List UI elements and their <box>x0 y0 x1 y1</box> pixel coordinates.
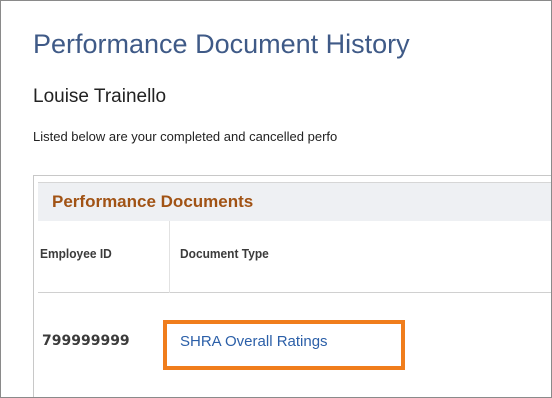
table-row: 799999999 SHRA Overall Ratings <box>38 293 551 397</box>
grid-header: Performance Documents <box>38 182 551 222</box>
employee-id-cell: 799999999 <box>42 333 130 349</box>
grid-title: Performance Documents <box>52 192 254 211</box>
document-type-link[interactable]: SHRA Overall Ratings <box>180 333 328 350</box>
column-header-document-type[interactable]: Document Type <box>180 246 269 261</box>
performance-documents-grid: Performance Documents Employee ID Docume… <box>33 175 551 397</box>
employee-name: Louise Trainello <box>33 86 167 107</box>
page-container: Performance Document History Louise Trai… <box>0 0 552 398</box>
page-title: Performance Document History <box>33 29 410 59</box>
column-header-employee-id[interactable]: Employee ID <box>40 246 112 261</box>
intro-text: Listed below are your completed and canc… <box>33 129 338 144</box>
column-header-row: Employee ID Document Type <box>38 221 551 293</box>
